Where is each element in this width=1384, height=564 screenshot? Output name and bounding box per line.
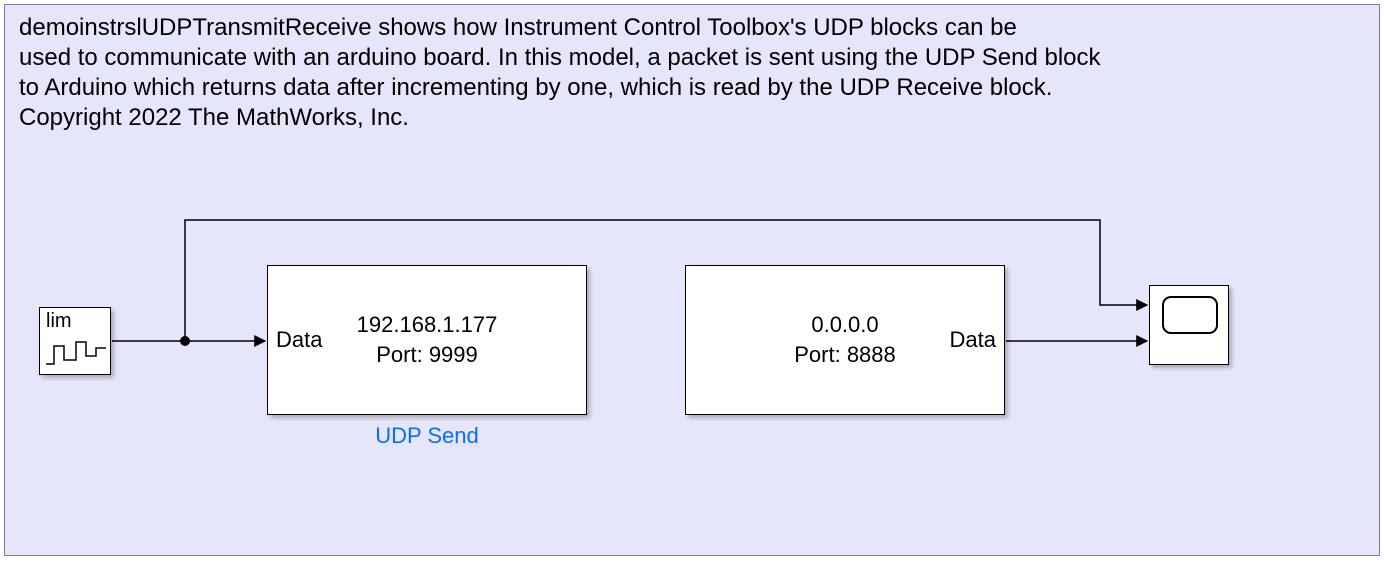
wire-junction [180,336,190,346]
desc-line-1: demoinstrslUDPTransmitReceive shows how … [19,13,1101,43]
udp-send-block-name[interactable]: UDP Send [267,423,587,449]
udp-send-block[interactable]: Data 192.168.1.177 Port: 9999 [267,265,587,415]
desc-line-4: Copyright 2022 The MathWorks, Inc. [19,103,1101,133]
waveform-icon [46,334,106,370]
source-block[interactable]: lim [39,307,111,375]
udp-receive-port: Port: 8888 [794,340,896,370]
udp-send-info: 192.168.1.177 Port: 9999 [357,310,498,370]
udp-receive-ip: 0.0.0.0 [794,310,896,340]
udp-receive-outport-label: Data [950,327,996,353]
udp-receive-block[interactable]: 0.0.0.0 Port: 8888 Data [685,265,1005,415]
udp-send-ip: 192.168.1.177 [357,310,498,340]
lim-label: lim [46,310,72,333]
desc-line-2: used to communicate with an arduino boar… [19,43,1101,73]
scope-block[interactable] [1149,285,1229,365]
scope-screen-icon [1162,296,1218,334]
udp-send-inport-label: Data [276,327,322,353]
desc-line-3: to Arduino which returns data after incr… [19,73,1101,103]
model-description: demoinstrslUDPTransmitReceive shows how … [19,13,1101,133]
udp-receive-info: 0.0.0.0 Port: 8888 [794,310,896,370]
udp-send-port: Port: 9999 [357,340,498,370]
model-canvas[interactable]: demoinstrslUDPTransmitReceive shows how … [4,4,1380,556]
